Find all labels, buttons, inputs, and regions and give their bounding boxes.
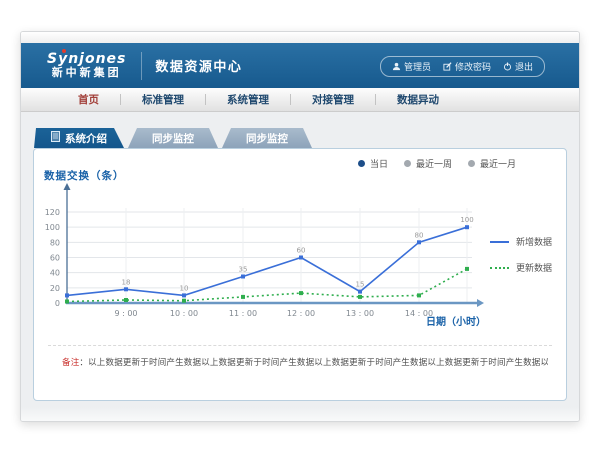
svg-text:日期（小时）: 日期（小时） — [426, 315, 486, 328]
option-today[interactable]: 当日 — [358, 157, 388, 170]
change-password-label: 修改密码 — [455, 60, 491, 73]
document-icon — [51, 131, 60, 145]
legend-item-updated-data: 更新数据 — [490, 261, 552, 274]
svg-text:60: 60 — [297, 247, 306, 255]
option-last-month[interactable]: 最近一月 — [468, 157, 516, 170]
svg-text:18: 18 — [122, 278, 131, 286]
page-title: 数据资源中心 — [155, 56, 242, 75]
logout-button[interactable]: 退出 — [503, 60, 533, 73]
legend-line-sample — [490, 267, 509, 269]
tab-sync-monitor-2[interactable]: 同步监控 — [222, 128, 312, 148]
content-area: 系统介绍 同步监控 同步监控 当日 最近一周 — [21, 112, 579, 422]
svg-text:0: 0 — [55, 299, 60, 308]
svg-text:35: 35 — [239, 266, 248, 274]
legend-item-new-data: 新增数据 — [490, 235, 552, 248]
svg-text:80: 80 — [50, 238, 60, 247]
svg-text:12 : 00: 12 : 00 — [287, 309, 315, 318]
nav-item-data-change[interactable]: 数据异动 — [376, 92, 460, 107]
app-window: Synjones 新中新集团 数据资源中心 管理员 修改密码 — [20, 31, 580, 422]
svg-text:100: 100 — [45, 223, 60, 232]
svg-text:60: 60 — [50, 254, 60, 263]
main-nav: 首页 标准管理 系统管理 对接管理 数据异动 — [21, 88, 579, 112]
svg-text:80: 80 — [415, 231, 424, 239]
chart-panel: 当日 最近一周 最近一月 数据交换（条） 0204060801001209 : … — [33, 148, 567, 401]
change-password-button[interactable]: 修改密码 — [443, 60, 491, 73]
header-divider — [141, 52, 142, 80]
svg-text:40: 40 — [50, 269, 60, 278]
nav-item-interface-mgmt[interactable]: 对接管理 — [291, 92, 375, 107]
note-label: 备注 — [62, 358, 79, 368]
radio-icon — [404, 160, 411, 167]
tab-label: 系统介绍 — [65, 131, 107, 146]
radio-icon — [468, 160, 475, 167]
logo-text-cn: 新中新集团 — [47, 67, 126, 80]
tab-label: 同步监控 — [246, 131, 288, 146]
company-logo: Synjones 新中新集团 — [47, 51, 126, 80]
tab-sync-monitor-1[interactable]: 同步监控 — [128, 128, 218, 148]
user-name-label: 管理员 — [404, 60, 431, 73]
svg-text:10: 10 — [180, 284, 189, 292]
user-menu: 管理员 修改密码 退出 — [380, 56, 545, 77]
note-divider — [48, 345, 552, 346]
svg-text:13 : 00: 13 : 00 — [346, 309, 374, 318]
time-range-options: 当日 最近一周 最近一月 — [358, 157, 516, 170]
option-last-week[interactable]: 最近一周 — [404, 157, 452, 170]
window-top-strip — [21, 32, 579, 43]
tab-system-intro[interactable]: 系统介绍 — [34, 128, 124, 148]
nav-item-system-mgmt[interactable]: 系统管理 — [206, 92, 290, 107]
footer-note: 备注：以上数据更新于时间产生数据以上数据更新于时间产生数据以上数据更新于时间产生… — [62, 356, 548, 368]
svg-text:15: 15 — [356, 281, 365, 289]
svg-text:10 : 00: 10 : 00 — [170, 309, 198, 318]
svg-text:11 : 00: 11 : 00 — [229, 309, 257, 318]
app-header: Synjones 新中新集团 数据资源中心 管理员 修改密码 — [21, 43, 579, 88]
legend-line-sample — [490, 241, 509, 243]
logout-label: 退出 — [515, 60, 533, 73]
note-text: ：以上数据更新于时间产生数据以上数据更新于时间产生数据以上数据更新于时间产生数据… — [79, 358, 548, 368]
nav-item-home[interactable]: 首页 — [57, 92, 120, 107]
current-user-button[interactable]: 管理员 — [392, 60, 431, 73]
svg-text:120: 120 — [45, 208, 60, 217]
edit-icon — [443, 62, 452, 71]
svg-text:20: 20 — [50, 284, 60, 293]
tab-bar: 系统介绍 同步监控 同步监控 — [34, 128, 567, 148]
svg-text:9 : 00: 9 : 00 — [114, 309, 137, 318]
user-icon — [392, 62, 401, 71]
radio-icon — [358, 160, 365, 167]
power-icon — [503, 62, 512, 71]
tab-label: 同步监控 — [152, 131, 194, 146]
nav-item-standard-mgmt[interactable]: 标准管理 — [121, 92, 205, 107]
data-exchange-line-chart: 0 20 40 60 80 100 120 9 : 00 10 : 00 11 : 00 12 : … — [34, 179, 534, 354]
svg-text:100: 100 — [460, 216, 473, 224]
logo-text-en: Synjones — [47, 51, 126, 67]
chart-legend: 新增数据 更新数据 — [490, 235, 552, 274]
content-bottom-fade — [21, 407, 579, 422]
